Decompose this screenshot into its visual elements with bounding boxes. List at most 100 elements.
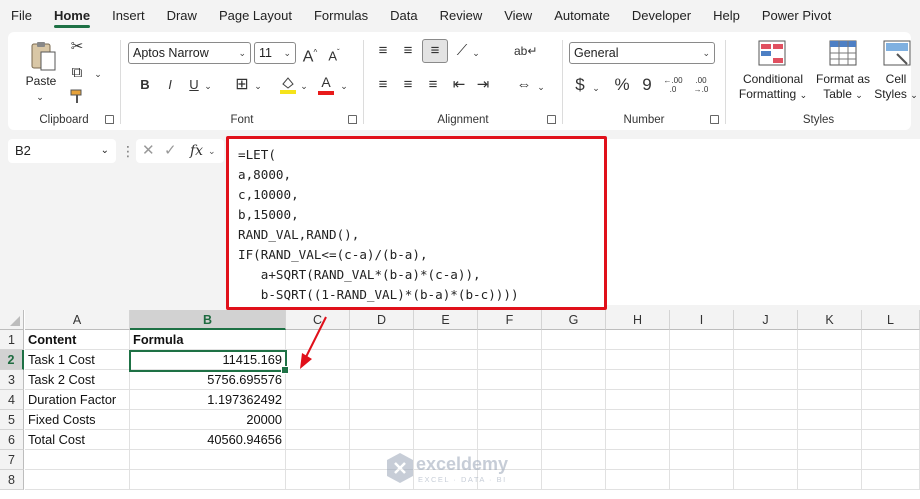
cell[interactable] (542, 390, 606, 410)
cell[interactable] (286, 430, 350, 450)
column-header-k[interactable]: K (798, 310, 862, 330)
cell[interactable] (606, 410, 670, 430)
row-header-6[interactable]: 6 (0, 430, 24, 450)
cell[interactable] (286, 450, 350, 470)
cell[interactable] (798, 350, 862, 370)
tab-formulas[interactable]: Formulas (303, 0, 379, 31)
bold-button[interactable]: B (138, 76, 152, 94)
tab-power-pivot[interactable]: Power Pivot (751, 0, 842, 31)
cell[interactable] (734, 430, 798, 450)
cell[interactable] (606, 330, 670, 350)
cell[interactable] (862, 330, 920, 350)
cell[interactable] (862, 350, 920, 370)
cell[interactable]: 1.197362492 (130, 390, 286, 410)
tab-draw[interactable]: Draw (156, 0, 208, 31)
column-header-g[interactable]: G (542, 310, 606, 330)
cell[interactable] (606, 390, 670, 410)
cell[interactable] (414, 410, 478, 430)
cell[interactable]: Task 2 Cost (25, 370, 130, 390)
currency-dropdown-icon[interactable]: ⌄ (591, 79, 601, 97)
align-right-icon[interactable]: ≡ (424, 76, 442, 94)
cell[interactable] (606, 430, 670, 450)
wrap-text-icon[interactable]: ab↵ (514, 42, 537, 60)
font-size-select[interactable]: 11 ⌄ (254, 42, 296, 64)
column-header-e[interactable]: E (414, 310, 478, 330)
cell[interactable] (606, 470, 670, 490)
cell[interactable] (286, 470, 350, 490)
row-header-4[interactable]: 4 (0, 390, 24, 410)
cell[interactable]: Formula (130, 330, 286, 350)
font-launcher-icon[interactable] (348, 115, 357, 124)
cell[interactable] (734, 330, 798, 350)
copy-icon[interactable]: ⧉ (68, 64, 86, 82)
conditional-formatting-icon[interactable] (757, 40, 787, 71)
cell-styles-button[interactable]: Cell Styles ⌄ (874, 72, 918, 103)
cell[interactable] (414, 430, 478, 450)
cell[interactable] (350, 330, 414, 350)
cell[interactable] (350, 350, 414, 370)
align-bottom-icon[interactable]: ≡ (422, 39, 448, 63)
shrink-font-icon[interactable]: Aˇ (325, 44, 343, 65)
cell[interactable] (670, 350, 734, 370)
enter-icon[interactable]: ✓ (164, 139, 177, 163)
font-color-dropdown-icon[interactable]: ⌄ (339, 77, 349, 95)
insert-function-icon[interactable]: fx (190, 139, 203, 163)
cell[interactable] (542, 370, 606, 390)
cell[interactable] (542, 450, 606, 470)
cell[interactable] (542, 430, 606, 450)
column-header-i[interactable]: I (670, 310, 734, 330)
currency-icon[interactable]: $ (573, 76, 587, 94)
decrease-decimal-icon[interactable]: .00 →.0 (689, 76, 713, 94)
column-header-b[interactable]: B (130, 310, 286, 330)
cell[interactable] (670, 470, 734, 490)
tab-insert[interactable]: Insert (101, 0, 156, 31)
cell[interactable]: 20000 (130, 410, 286, 430)
cell[interactable] (414, 370, 478, 390)
borders-dropdown-icon[interactable]: ⌄ (253, 77, 263, 95)
number-launcher-icon[interactable] (710, 115, 719, 124)
cell[interactable] (862, 470, 920, 490)
cell[interactable] (478, 370, 542, 390)
cell[interactable] (286, 410, 350, 430)
percent-icon[interactable]: % (613, 76, 631, 94)
align-middle-icon[interactable]: ≡ (399, 42, 417, 60)
increase-decimal-icon[interactable]: ←.00 .0 (661, 76, 685, 94)
fill-color-icon[interactable] (279, 74, 297, 99)
italic-button[interactable]: I (163, 76, 177, 94)
row-header-1[interactable]: 1 (0, 330, 24, 350)
cell[interactable] (670, 410, 734, 430)
row-header-8[interactable]: 8 (0, 470, 24, 490)
tab-page-layout[interactable]: Page Layout (208, 0, 303, 31)
underline-button[interactable]: U (187, 76, 201, 94)
font-color-icon[interactable]: A (317, 73, 335, 95)
tab-automate[interactable]: Automate (543, 0, 621, 31)
orientation-dropdown-icon[interactable]: ⌄ (471, 44, 481, 62)
cell[interactable]: Content (25, 330, 130, 350)
cell[interactable] (670, 370, 734, 390)
cell[interactable] (478, 330, 542, 350)
column-header-f[interactable]: F (478, 310, 542, 330)
cell[interactable] (542, 410, 606, 430)
cut-icon[interactable]: ✂ (68, 38, 86, 56)
row-header-2[interactable]: 2 (0, 350, 24, 370)
row-header-5[interactable]: 5 (0, 410, 24, 430)
cell[interactable]: 11415.169 (130, 350, 286, 370)
row-header-7[interactable]: 7 (0, 450, 24, 470)
formula-text-highlight[interactable]: =LET( a,8000, c,10000, b,15000, RAND_VAL… (226, 136, 607, 310)
underline-dropdown-icon[interactable]: ⌄ (203, 77, 213, 95)
cell[interactable] (734, 410, 798, 430)
paste-icon[interactable] (28, 40, 58, 72)
increase-indent-icon[interactable]: ⇥ (474, 76, 492, 94)
column-header-j[interactable]: J (734, 310, 798, 330)
row-header-3[interactable]: 3 (0, 370, 24, 390)
cell[interactable]: 40560.94656 (130, 430, 286, 450)
cell[interactable]: 5756.695576 (130, 370, 286, 390)
cell[interactable] (798, 370, 862, 390)
cell[interactable] (734, 350, 798, 370)
column-header-l[interactable]: L (862, 310, 920, 330)
cell[interactable] (734, 390, 798, 410)
cell[interactable] (130, 470, 286, 490)
align-center-icon[interactable]: ≡ (399, 76, 417, 94)
font-name-select[interactable]: Aptos Narrow ⌄ (128, 42, 251, 64)
cell[interactable] (542, 330, 606, 350)
